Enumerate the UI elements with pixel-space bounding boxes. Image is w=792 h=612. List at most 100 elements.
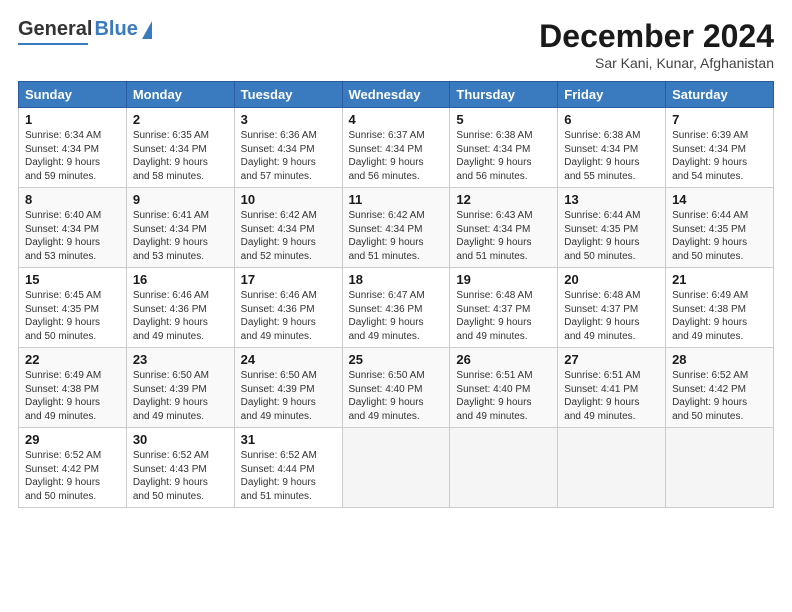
day-number: 5 <box>456 112 551 127</box>
day-number: 25 <box>349 352 444 367</box>
day-info: Sunrise: 6:37 AM Sunset: 4:34 PM Dayligh… <box>349 129 444 183</box>
calendar-cell: 12Sunrise: 6:43 AM Sunset: 4:34 PM Dayli… <box>450 188 558 268</box>
logo: GeneralBlue <box>18 18 152 45</box>
day-number: 21 <box>672 272 767 287</box>
day-info: Sunrise: 6:47 AM Sunset: 4:36 PM Dayligh… <box>349 289 444 343</box>
calendar-cell: 18 Sunrise: 6:47 AM Sunset: 4:36 PM Dayli… <box>342 268 450 348</box>
day-number: 9 <box>133 192 228 207</box>
main-title: December 2024 <box>539 18 774 55</box>
day-info: Sunrise: 6:51 AM Sunset: 4:40 PM Dayligh… <box>456 369 551 423</box>
day-info: Sunrise: 6:50 AM Sunset: 4:39 PM Dayligh… <box>133 369 228 423</box>
calendar-cell: 28 Sunrise: 6:52 AM Sunset: 4:42 PM Dayli… <box>666 348 774 428</box>
day-number: 27 <box>564 352 659 367</box>
day-info: Sunrise: 6:51 AM Sunset: 4:41 PM Dayligh… <box>564 369 659 423</box>
day-info: Sunrise: 6:38 AM Sunset: 4:34 PM Dayligh… <box>456 129 551 183</box>
day-number: 11 <box>349 192 444 207</box>
day-number: 17 <box>241 272 336 287</box>
day-info: Sunrise: 6:49 AM Sunset: 4:38 PM Dayligh… <box>25 369 120 423</box>
day-info: Sunrise: 6:52 AM Sunset: 4:42 PM Dayligh… <box>672 369 767 423</box>
calendar-week-2: 8 Sunrise: 6:40 AM Sunset: 4:34 PM Daylig… <box>19 188 774 268</box>
day-number: 6 <box>564 112 659 127</box>
day-info: Sunrise: 6:36 AM Sunset: 4:34 PM Dayligh… <box>241 129 336 183</box>
day-number: 24 <box>241 352 336 367</box>
day-number: 10 <box>241 192 336 207</box>
day-info: Sunrise: 6:52 AM Sunset: 4:44 PM Dayligh… <box>241 449 336 503</box>
calendar-cell: 22 Sunrise: 6:49 AM Sunset: 4:38 PM Dayli… <box>19 348 127 428</box>
day-info: Sunrise: 6:43 AM Sunset: 4:34 PM Dayligh… <box>456 209 551 263</box>
calendar-week-3: 15Sunrise: 6:45 AM Sunset: 4:35 PM Dayli… <box>19 268 774 348</box>
calendar-header-friday: Friday <box>558 82 666 108</box>
calendar-cell: 27 Sunrise: 6:51 AM Sunset: 4:41 PM Dayli… <box>558 348 666 428</box>
day-info: Sunrise: 6:40 AM Sunset: 4:34 PM Dayligh… <box>25 209 120 263</box>
calendar-header-sunday: Sunday <box>19 82 127 108</box>
calendar-cell: 29Sunrise: 6:52 AM Sunset: 4:42 PM Dayli… <box>19 428 127 508</box>
logo-text: GeneralBlue <box>18 18 152 41</box>
day-number: 23 <box>133 352 228 367</box>
logo-triangle-icon <box>142 21 152 39</box>
calendar-header-monday: Monday <box>126 82 234 108</box>
calendar-cell: 25 Sunrise: 6:50 AM Sunset: 4:40 PM Dayli… <box>342 348 450 428</box>
calendar-cell: 17Sunrise: 6:46 AM Sunset: 4:36 PM Dayli… <box>234 268 342 348</box>
day-number: 4 <box>349 112 444 127</box>
calendar-header-row: SundayMondayTuesdayWednesdayThursdayFrid… <box>19 82 774 108</box>
calendar-header-tuesday: Tuesday <box>234 82 342 108</box>
calendar-cell: 8 Sunrise: 6:40 AM Sunset: 4:34 PM Daylig… <box>19 188 127 268</box>
day-number: 14 <box>672 192 767 207</box>
day-info: Sunrise: 6:50 AM Sunset: 4:40 PM Dayligh… <box>349 369 444 423</box>
day-info: Sunrise: 6:50 AM Sunset: 4:39 PM Dayligh… <box>241 369 336 423</box>
calendar-cell: 14 Sunrise: 6:44 AM Sunset: 4:35 PM Dayli… <box>666 188 774 268</box>
day-number: 7 <box>672 112 767 127</box>
day-info: Sunrise: 6:49 AM Sunset: 4:38 PM Dayligh… <box>672 289 767 343</box>
title-block: December 2024 Sar Kani, Kunar, Afghanist… <box>539 18 774 71</box>
calendar-week-5: 29Sunrise: 6:52 AM Sunset: 4:42 PM Dayli… <box>19 428 774 508</box>
day-number: 3 <box>241 112 336 127</box>
day-number: 18 <box>349 272 444 287</box>
calendar-cell: 2 Sunrise: 6:35 AM Sunset: 4:34 PM Daylig… <box>126 108 234 188</box>
header: GeneralBlue December 2024 Sar Kani, Kuna… <box>18 18 774 71</box>
calendar-header-saturday: Saturday <box>666 82 774 108</box>
day-info: Sunrise: 6:46 AM Sunset: 4:36 PM Dayligh… <box>133 289 228 343</box>
calendar-cell: 13 Sunrise: 6:44 AM Sunset: 4:35 PM Dayli… <box>558 188 666 268</box>
calendar-cell: 6 Sunrise: 6:38 AM Sunset: 4:34 PM Daylig… <box>558 108 666 188</box>
day-info: Sunrise: 6:39 AM Sunset: 4:34 PM Dayligh… <box>672 129 767 183</box>
calendar-cell: 24 Sunrise: 6:50 AM Sunset: 4:39 PM Dayli… <box>234 348 342 428</box>
calendar-cell: 23 Sunrise: 6:50 AM Sunset: 4:39 PM Dayli… <box>126 348 234 428</box>
calendar-cell <box>558 428 666 508</box>
calendar-cell: 21 Sunrise: 6:49 AM Sunset: 4:38 PM Dayli… <box>666 268 774 348</box>
calendar-cell: 4 Sunrise: 6:37 AM Sunset: 4:34 PM Daylig… <box>342 108 450 188</box>
day-info: Sunrise: 6:44 AM Sunset: 4:35 PM Dayligh… <box>672 209 767 263</box>
calendar-cell <box>666 428 774 508</box>
logo-line <box>18 43 88 45</box>
day-info: Sunrise: 6:41 AM Sunset: 4:34 PM Dayligh… <box>133 209 228 263</box>
calendar-cell: 30 Sunrise: 6:52 AM Sunset: 4:43 PM Dayli… <box>126 428 234 508</box>
calendar-cell: 11Sunrise: 6:42 AM Sunset: 4:34 PM Dayli… <box>342 188 450 268</box>
calendar-cell: 20Sunrise: 6:48 AM Sunset: 4:37 PM Dayli… <box>558 268 666 348</box>
day-info: Sunrise: 6:38 AM Sunset: 4:34 PM Dayligh… <box>564 129 659 183</box>
day-number: 20 <box>564 272 659 287</box>
subtitle: Sar Kani, Kunar, Afghanistan <box>539 55 774 71</box>
calendar-cell: 19Sunrise: 6:48 AM Sunset: 4:37 PM Dayli… <box>450 268 558 348</box>
calendar-cell: 15Sunrise: 6:45 AM Sunset: 4:35 PM Dayli… <box>19 268 127 348</box>
day-info: Sunrise: 6:35 AM Sunset: 4:34 PM Dayligh… <box>133 129 228 183</box>
day-number: 26 <box>456 352 551 367</box>
calendar-cell: 1Sunrise: 6:34 AM Sunset: 4:34 PM Daylig… <box>19 108 127 188</box>
day-number: 13 <box>564 192 659 207</box>
day-number: 22 <box>25 352 120 367</box>
day-info: Sunrise: 6:44 AM Sunset: 4:35 PM Dayligh… <box>564 209 659 263</box>
day-number: 30 <box>133 432 228 447</box>
day-number: 8 <box>25 192 120 207</box>
calendar-cell: 26 Sunrise: 6:51 AM Sunset: 4:40 PM Dayli… <box>450 348 558 428</box>
calendar-cell: 31Sunrise: 6:52 AM Sunset: 4:44 PM Dayli… <box>234 428 342 508</box>
day-info: Sunrise: 6:52 AM Sunset: 4:42 PM Dayligh… <box>25 449 120 503</box>
logo-blue: Blue <box>94 18 137 41</box>
calendar-cell: 10Sunrise: 6:42 AM Sunset: 4:34 PM Dayli… <box>234 188 342 268</box>
day-info: Sunrise: 6:34 AM Sunset: 4:34 PM Dayligh… <box>25 129 120 183</box>
day-info: Sunrise: 6:52 AM Sunset: 4:43 PM Dayligh… <box>133 449 228 503</box>
day-number: 15 <box>25 272 120 287</box>
page: GeneralBlue December 2024 Sar Kani, Kuna… <box>0 0 792 612</box>
calendar-cell: 5 Sunrise: 6:38 AM Sunset: 4:34 PM Daylig… <box>450 108 558 188</box>
day-number: 16 <box>133 272 228 287</box>
day-number: 2 <box>133 112 228 127</box>
calendar-cell: 7 Sunrise: 6:39 AM Sunset: 4:34 PM Daylig… <box>666 108 774 188</box>
day-number: 28 <box>672 352 767 367</box>
